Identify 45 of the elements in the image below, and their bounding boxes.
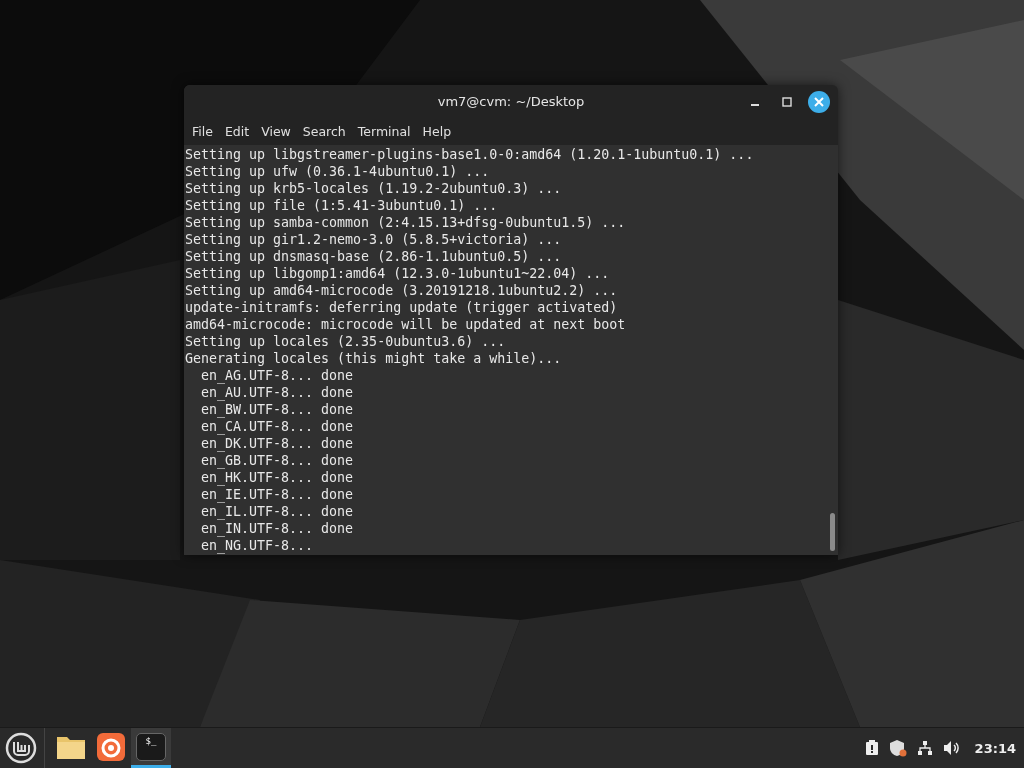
taskbar-app-button[interactable]: $_ — [131, 728, 171, 768]
terminal-line: Generating locales (this might take a while)... — [184, 350, 563, 367]
terminal-line: en_NG.UTF-8... — [200, 537, 315, 554]
menu-item[interactable]: Terminal — [351, 124, 417, 139]
terminal-line: Setting up ufw (0.36.1-4ubuntu0.1) ... — [184, 163, 491, 180]
volume-icon[interactable] — [942, 740, 961, 756]
terminal-line: Setting up gir1.2-nemo-3.0 (5.8.5+victoria) ... — [184, 231, 563, 248]
menu-item[interactable]: Help — [416, 124, 458, 139]
terminal-line: Setting up libgomp1:amd64 (12.3.0-1ubuntu1~22.04) ... — [184, 265, 611, 282]
terminal-line: en_IL.UTF-8... done — [200, 503, 355, 520]
menu-item[interactable]: Edit — [218, 124, 256, 139]
terminal-line: Setting up libgstreamer-plugins-base1.0-0:amd64 (1.20.1-1ubuntu0.1) ... — [184, 146, 755, 163]
terminal-line: en_HK.UTF-8... done — [200, 469, 355, 486]
terminal-line: Setting up dnsmasq-base (2.86-1.1ubuntu0.5) ... — [184, 248, 563, 265]
close-button[interactable] — [808, 91, 830, 113]
terminal-line: en_IN.UTF-8... done — [200, 520, 355, 537]
terminal-line: en_IE.UTF-8... done — [200, 486, 355, 503]
terminal-line: Setting up amd64-microcode (3.20191218.1ubuntu2.2) ... — [184, 282, 619, 299]
terminal-line: update-initramfs: deferring update (trigger activated) — [184, 299, 619, 316]
menu-item[interactable]: Search — [296, 124, 352, 139]
menu-icon[interactable] — [4, 731, 38, 765]
terminal-line: Setting up locales (2.35-0ubuntu3.6) ... — [184, 333, 507, 350]
terminal-line: amd64-microcode: microcode will be updated at next boot — [184, 316, 627, 333]
browser-icon — [97, 732, 125, 761]
terminal-line: Setting up file (1:5.41-3ubuntu0.1) ... — [184, 197, 499, 214]
terminal-line: Setting up samba-common (2:4.15.13+dfsg-0ubuntu1.5) ... — [184, 214, 627, 231]
network-icon[interactable] — [916, 740, 933, 756]
window-title: vm7@cvm: ~/Desktop — [437, 94, 585, 109]
shield-icon[interactable] — [888, 739, 907, 757]
maximize-icon — [782, 97, 792, 107]
clock[interactable]: 23:14 — [974, 740, 1016, 756]
terminal-line: en_BW.UTF-8... done — [200, 401, 355, 418]
terminal-line: en_AU.UTF-8... done — [200, 384, 355, 401]
close-icon — [814, 97, 824, 107]
terminal-line: en_CA.UTF-8... done — [200, 418, 355, 435]
terminal-line: en_AG.UTF-8... done — [200, 367, 355, 384]
terminal-icon: $_ — [136, 732, 166, 761]
terminal-line: Setting up krb5-locales (1.19.2-2ubuntu0.3) ... — [184, 180, 563, 197]
menu-item[interactable]: File — [186, 124, 219, 139]
scrollbar-thumb[interactable] — [829, 513, 835, 551]
menu-item[interactable]: View — [255, 124, 297, 139]
terminal-line: en_GB.UTF-8... done — [200, 452, 355, 469]
terminal-line: en_DK.UTF-8... done — [200, 435, 355, 452]
minimize-icon — [751, 104, 759, 106]
clipboard-icon[interactable] — [864, 740, 879, 756]
